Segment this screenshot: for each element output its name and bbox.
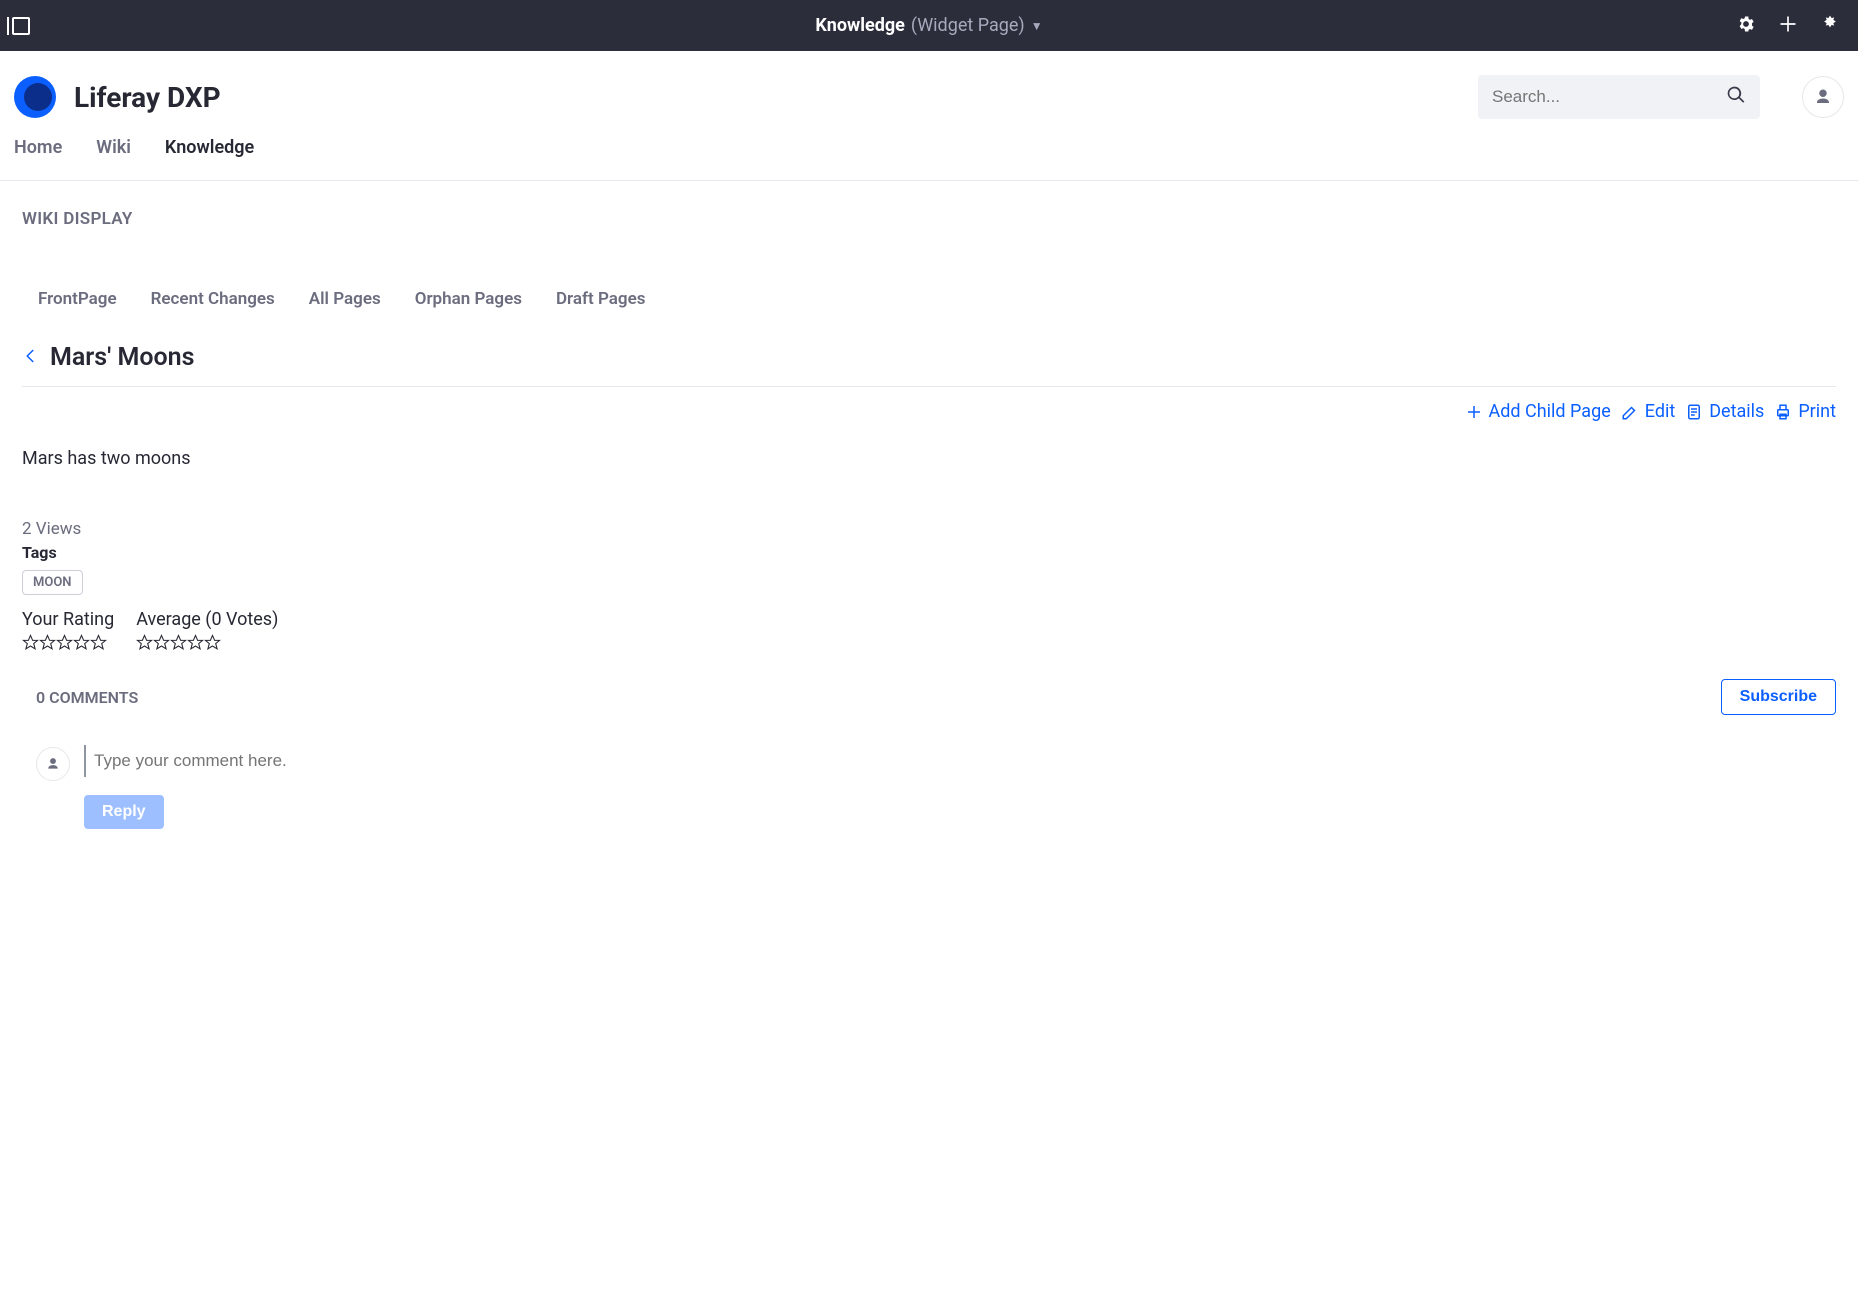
user-icon (1814, 88, 1832, 106)
plus-icon[interactable] (1778, 14, 1798, 38)
plus-icon (1465, 403, 1483, 421)
comments-count-label: 0 COMMENTS (22, 688, 138, 707)
user-avatar-button[interactable] (1802, 76, 1844, 118)
view-count: 2 Views (22, 519, 1836, 539)
details-label: Details (1709, 401, 1764, 422)
average-rating-block: Average (0 Votes) (136, 609, 278, 651)
search-icon[interactable] (1726, 85, 1746, 109)
page-heading-row: Mars' Moons (22, 343, 1836, 387)
content-area: WIKI DISPLAY FrontPage Recent Changes Al… (0, 181, 1858, 869)
admin-bar-left (12, 17, 212, 35)
star-icon[interactable] (73, 634, 90, 651)
document-icon (1685, 403, 1703, 421)
average-rating-stars (136, 634, 278, 651)
wiki-tab-frontpage[interactable]: FrontPage (38, 289, 117, 309)
back-chevron-icon[interactable] (22, 347, 40, 369)
wiki-tab-recent-changes[interactable]: Recent Changes (151, 289, 275, 309)
star-icon (136, 634, 153, 651)
print-icon (1774, 403, 1792, 421)
site-logo-icon[interactable] (14, 76, 56, 118)
admin-title-main: Knowledge (815, 15, 904, 36)
nav-item-home[interactable]: Home (14, 137, 62, 160)
subscribe-button[interactable]: Subscribe (1721, 679, 1836, 715)
wiki-body-text: Mars has two moons (22, 448, 1836, 469)
caret-down-icon: ▼ (1031, 19, 1043, 33)
your-rating-label: Your Rating (22, 609, 114, 630)
comment-input[interactable] (94, 745, 1836, 777)
star-icon (170, 634, 187, 651)
target-icon[interactable] (1820, 14, 1840, 38)
print-label: Print (1798, 401, 1836, 422)
average-rating-label: Average (0 Votes) (136, 609, 278, 630)
wiki-tab-all-pages[interactable]: All Pages (309, 289, 381, 309)
add-child-page-button[interactable]: Add Child Page (1465, 401, 1611, 422)
site-title[interactable]: Liferay DXP (74, 81, 221, 114)
panel-toggle-icon[interactable] (12, 17, 30, 35)
star-icon[interactable] (22, 634, 39, 651)
page-actions: Add Child Page Edit Details Print (22, 401, 1836, 422)
your-rating-stars[interactable] (22, 634, 114, 651)
star-icon[interactable] (90, 634, 107, 651)
edit-button[interactable]: Edit (1621, 401, 1675, 422)
admin-title-sub: (Widget Page) (911, 15, 1025, 36)
search-box[interactable] (1478, 75, 1760, 119)
wiki-tab-draft-pages[interactable]: Draft Pages (556, 289, 646, 309)
wiki-tabs: FrontPage Recent Changes All Pages Orpha… (22, 289, 1836, 309)
print-button[interactable]: Print (1774, 401, 1836, 422)
portlet-title: WIKI DISPLAY (22, 209, 1836, 229)
details-button[interactable]: Details (1685, 401, 1764, 422)
star-icon (204, 634, 221, 651)
user-icon (46, 757, 60, 771)
ratings-row: Your Rating Average (0 Votes) (22, 609, 1836, 651)
star-icon (153, 634, 170, 651)
gear-icon[interactable] (1736, 14, 1756, 38)
admin-bar-right (1646, 14, 1846, 38)
compose-right: Reply (84, 745, 1836, 829)
pencil-icon (1621, 403, 1639, 421)
comment-compose: Reply (22, 745, 1836, 829)
star-icon (187, 634, 204, 651)
top-nav: Home Wiki Knowledge (0, 137, 1858, 181)
admin-bar-title[interactable]: Knowledge (Widget Page) ▼ (212, 15, 1646, 36)
nav-item-wiki[interactable]: Wiki (96, 137, 131, 160)
search-input[interactable] (1492, 87, 1726, 107)
comments-header: 0 COMMENTS Subscribe (22, 679, 1836, 715)
star-icon[interactable] (56, 634, 73, 651)
compose-input-wrap (84, 745, 1836, 777)
site-header: Liferay DXP (0, 51, 1858, 137)
edit-label: Edit (1645, 401, 1675, 422)
compose-avatar (36, 747, 70, 781)
star-icon[interactable] (39, 634, 56, 651)
tag-chip[interactable]: MOON (22, 570, 83, 595)
nav-item-knowledge[interactable]: Knowledge (165, 137, 254, 160)
add-child-page-label: Add Child Page (1489, 401, 1611, 422)
tags-label: Tags (22, 543, 1836, 562)
reply-button[interactable]: Reply (84, 795, 164, 829)
wiki-tab-orphan-pages[interactable]: Orphan Pages (415, 289, 522, 309)
admin-bar: Knowledge (Widget Page) ▼ (0, 0, 1858, 51)
wiki-page-title: Mars' Moons (50, 343, 194, 372)
your-rating-block: Your Rating (22, 609, 114, 651)
